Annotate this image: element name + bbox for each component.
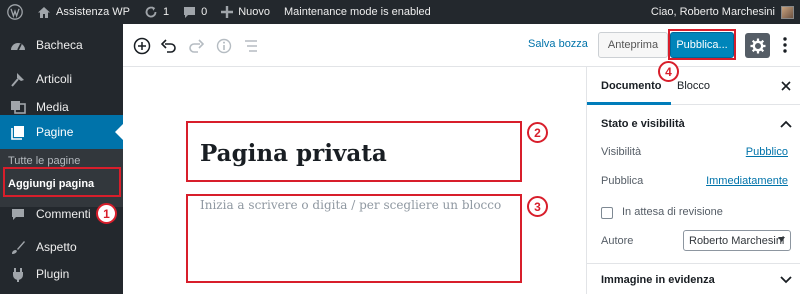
sidebar-item-label: Articoli	[36, 72, 73, 86]
maintenance-notice[interactable]: Maintenance mode is enabled	[277, 0, 438, 24]
visibility-link[interactable]: Pubblico	[746, 146, 788, 158]
refresh-icon	[145, 6, 157, 18]
sidebar-item-label: Aspetto	[36, 240, 77, 254]
appearance-icon	[0, 240, 36, 255]
new-label: Nuovo	[238, 6, 271, 18]
pages-icon	[0, 125, 36, 140]
comments-icon	[0, 208, 36, 221]
sidebar-item-plugin[interactable]: Plugin	[0, 257, 123, 291]
updates-count: 1	[162, 6, 170, 18]
settings-gear-icon[interactable]	[745, 33, 770, 58]
annotation-marker-1: 1	[96, 203, 117, 224]
media-icon	[0, 100, 36, 114]
updates-link[interactable]: 1	[137, 0, 176, 24]
add-block-icon[interactable]	[132, 36, 152, 56]
section-divider	[587, 263, 800, 264]
redo-icon[interactable]	[186, 36, 206, 56]
highlight-publish	[668, 29, 736, 60]
publish-date-link[interactable]: Immediatamente	[706, 175, 788, 187]
block-navigation-icon[interactable]	[241, 36, 261, 56]
site-name-link[interactable]: Assistenza WP	[30, 0, 137, 24]
tab-blocco[interactable]: Blocco	[677, 80, 710, 92]
author-label: Autore	[601, 235, 634, 247]
highlight-content	[186, 194, 522, 283]
sidebar-item-bacheca[interactable]: Bacheca	[0, 28, 123, 62]
comments-count: 0	[201, 6, 208, 18]
sidebar-item-label: Plugin	[36, 267, 70, 281]
user-greeting: Ciao, Roberto Marchesini	[650, 6, 775, 18]
wordpress-logo-icon[interactable]	[0, 0, 30, 24]
comments-link[interactable]: 0	[176, 0, 214, 24]
admin-bar: Assistenza WP 1 0 Nuovo Maintenance mode…	[0, 0, 800, 24]
active-tab-indicator	[587, 102, 671, 105]
undo-icon[interactable]	[159, 36, 179, 56]
preview-button[interactable]: Anteprima	[598, 32, 668, 58]
sidebar-item-label: Pagine	[36, 125, 74, 139]
more-menu-icon[interactable]	[779, 34, 791, 56]
save-draft-button[interactable]: Salva bozza	[528, 38, 588, 50]
pushpin-icon	[0, 72, 36, 87]
new-content-link[interactable]: Nuovo	[214, 0, 277, 24]
tab-documento[interactable]: Documento	[601, 80, 662, 92]
caret-down-icon	[778, 237, 785, 242]
chevron-down-icon[interactable]	[779, 273, 793, 287]
author-value: Roberto Marchesini	[689, 234, 785, 247]
annotation-marker-4: 4	[658, 61, 679, 82]
visibility-label: Visibilità	[601, 146, 642, 158]
document-settings-panel: Documento Blocco Stato e visibilità Visi…	[586, 67, 800, 294]
sidebar-item-pagine[interactable]: Pagine	[0, 115, 123, 149]
annotation-marker-2: 2	[527, 122, 548, 143]
comment-icon	[184, 6, 196, 18]
submenu-all-pages[interactable]: Tutte le pagine	[8, 155, 80, 167]
plugin-icon	[0, 267, 36, 282]
site-name: Assistenza WP	[56, 6, 130, 18]
maintenance-text: Maintenance mode is enabled	[284, 6, 431, 18]
panel-tabs: Documento Blocco	[587, 67, 800, 105]
chevron-up-icon[interactable]	[779, 117, 793, 131]
sidebar-item-label: Commenti	[36, 207, 91, 221]
avatar	[781, 5, 794, 19]
home-icon	[38, 6, 50, 18]
plus-icon	[221, 6, 234, 18]
user-account-menu[interactable]: Ciao, Roberto Marchesini	[644, 0, 800, 24]
author-select[interactable]: Roberto Marchesini	[683, 230, 791, 251]
status-visibility-section-title[interactable]: Stato e visibilità	[601, 118, 685, 130]
publish-date-label: Pubblica	[601, 175, 644, 187]
info-icon[interactable]	[214, 36, 234, 56]
pending-review-checkbox[interactable]	[601, 207, 613, 219]
admin-sidebar: Bacheca Articoli Media Pagine Tutte le p…	[0, 24, 123, 294]
highlight-add-page	[3, 167, 121, 197]
sidebar-item-label: Bacheca	[36, 38, 83, 52]
annotation-marker-3: 3	[527, 196, 548, 217]
close-icon[interactable]	[779, 79, 793, 93]
sidebar-item-label: Media	[36, 100, 69, 114]
dashboard-icon	[0, 38, 36, 52]
highlight-title	[186, 121, 522, 182]
featured-image-section-title[interactable]: Immagine in evidenza	[601, 274, 715, 286]
pending-review-label[interactable]: In attesa di revisione	[622, 206, 723, 218]
